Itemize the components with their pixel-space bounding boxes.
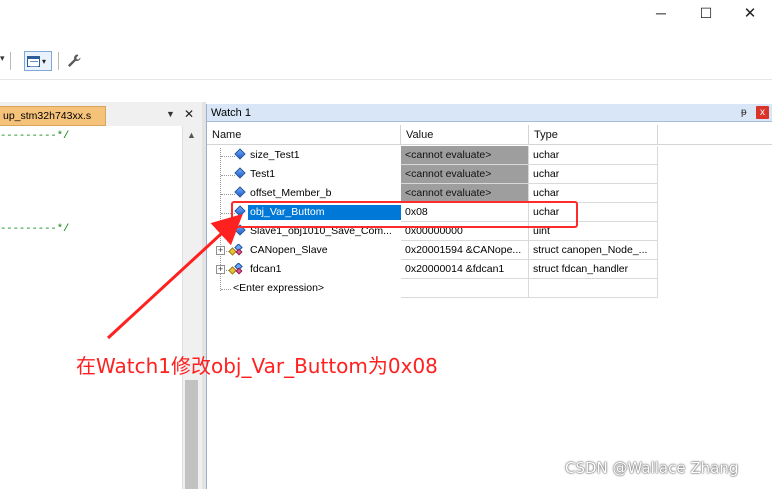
watermark: CSDN @Wallace Zhang bbox=[565, 459, 739, 477]
annotation-arrow bbox=[106, 213, 243, 340]
annotation-text: 在Watch1修改obj_Var_Buttom为0x08 bbox=[76, 354, 438, 378]
